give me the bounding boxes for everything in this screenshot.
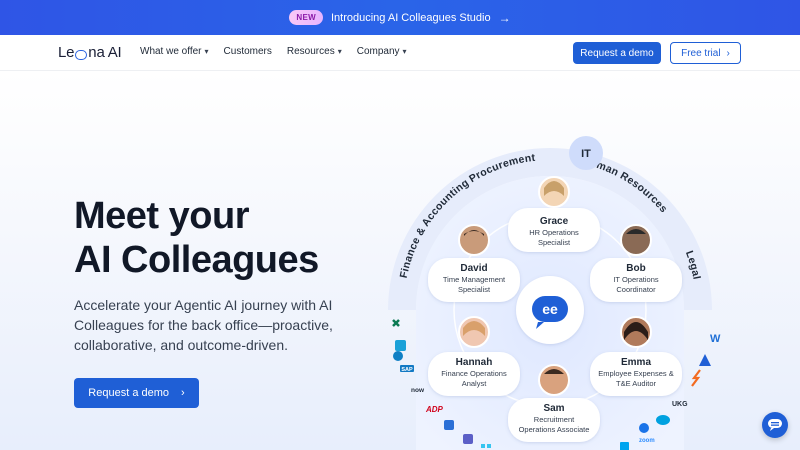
nav-label: Resources [286, 46, 335, 57]
workday-icon: W [710, 333, 721, 345]
hero-request-demo-button[interactable]: Request a demo › [74, 378, 199, 408]
zapier-icon [691, 369, 701, 387]
chat-widget-button[interactable] [762, 412, 788, 438]
logo-bubble-icon [75, 49, 88, 60]
request-demo-button[interactable]: Request a demo [573, 42, 661, 64]
nav-what-we-offer[interactable]: What we offer ▾ [140, 46, 209, 57]
cta-label: Request a demo [88, 387, 170, 399]
colleague-role-line-1: IT Operations [613, 275, 659, 284]
nav-label: What we offer [140, 46, 202, 57]
servicenow-icon: now [411, 387, 425, 394]
hero-headline: Meet your AI Colleagues [74, 194, 319, 282]
colleague-role-line-2: T&E Auditor [616, 379, 657, 388]
sharepoint-icon [395, 340, 406, 351]
top-navigation: Le na AI What we offer ▾ Customers Resour… [0, 35, 800, 71]
logo-text-end: na AI [88, 44, 122, 61]
google-icon [639, 423, 649, 433]
headline-line-2: AI Colleagues [74, 239, 319, 281]
new-badge: NEW [289, 10, 323, 25]
free-trial-button[interactable]: Free trial › [670, 42, 741, 64]
colleague-role-line-2: Operations Associate [519, 425, 590, 434]
svg-text:SAP: SAP [401, 367, 413, 373]
ai-colleagues-diagram: Finance & Accounting Procurement Human R… [388, 136, 721, 450]
adp-icon: ADP [425, 405, 444, 414]
colleague-role-line-2: Specialist [538, 238, 571, 247]
colleague-role-line-1: Employee Expenses & [598, 369, 673, 378]
colleague-name: David [460, 263, 487, 274]
ukg-icon: UKG [672, 401, 688, 408]
windows-icon [620, 442, 629, 450]
xero-icon [392, 319, 400, 327]
arrow-right-icon: → [498, 10, 511, 25]
colleague-role-line-1: Recruitment [534, 415, 575, 424]
chevron-right-icon: › [181, 387, 185, 399]
colleague-role-line-2: Analyst [462, 379, 488, 388]
colleague-name: Emma [621, 357, 651, 368]
colleague-name: Bob [626, 263, 645, 274]
nav-label: Company [356, 46, 400, 57]
colleague-name: Grace [540, 216, 569, 227]
colleague-role-line-1: Time Management [443, 275, 506, 284]
nav-label: Customers [223, 46, 272, 57]
chevron-down-icon: ▾ [402, 47, 407, 56]
colleague-role-line-1: HR Operations [529, 228, 579, 237]
headline-line-1: Meet your [74, 195, 249, 237]
hero-subtext: Accelerate your Agentic AI journey with … [74, 297, 333, 353]
outlook-icon [444, 420, 454, 430]
dept-it: IT [581, 148, 591, 160]
nav-company[interactable]: Company ▾ [357, 46, 407, 57]
nav-resources[interactable]: Resources ▾ [287, 46, 342, 57]
leena-ai-logo[interactable]: Le na AI [58, 44, 122, 61]
free-trial-label: Free trial [681, 47, 721, 59]
logo-text-start: Le [58, 44, 75, 61]
salesforce-icon [656, 415, 670, 425]
colleague-role-line-1: Finance Operations [441, 369, 507, 378]
chevron-down-icon: ▾ [337, 47, 342, 56]
chat-bubble-icon [768, 419, 782, 431]
announcement-text[interactable]: Introducing AI Colleagues Studio [331, 12, 491, 24]
chevron-down-icon: ▾ [204, 47, 209, 56]
chevron-right-icon: › [726, 47, 730, 59]
colleague-name: Hannah [456, 357, 493, 368]
zoom-icon: zoom [639, 438, 655, 444]
nav-links: What we offer ▾ Customers Resources ▾ Co… [140, 46, 407, 57]
atlassian-icon [699, 354, 711, 366]
colleague-name: Sam [543, 403, 564, 414]
announcement-bar[interactable]: NEW Introducing AI Colleagues Studio → [0, 0, 800, 35]
nav-customers[interactable]: Customers [224, 46, 272, 57]
svg-text:ee: ee [542, 301, 558, 317]
colleague-role-line-2: Specialist [458, 285, 491, 294]
colleague-role-line-2: Coordinator [616, 285, 656, 294]
avatar [458, 224, 490, 256]
teams-icon [463, 434, 473, 444]
